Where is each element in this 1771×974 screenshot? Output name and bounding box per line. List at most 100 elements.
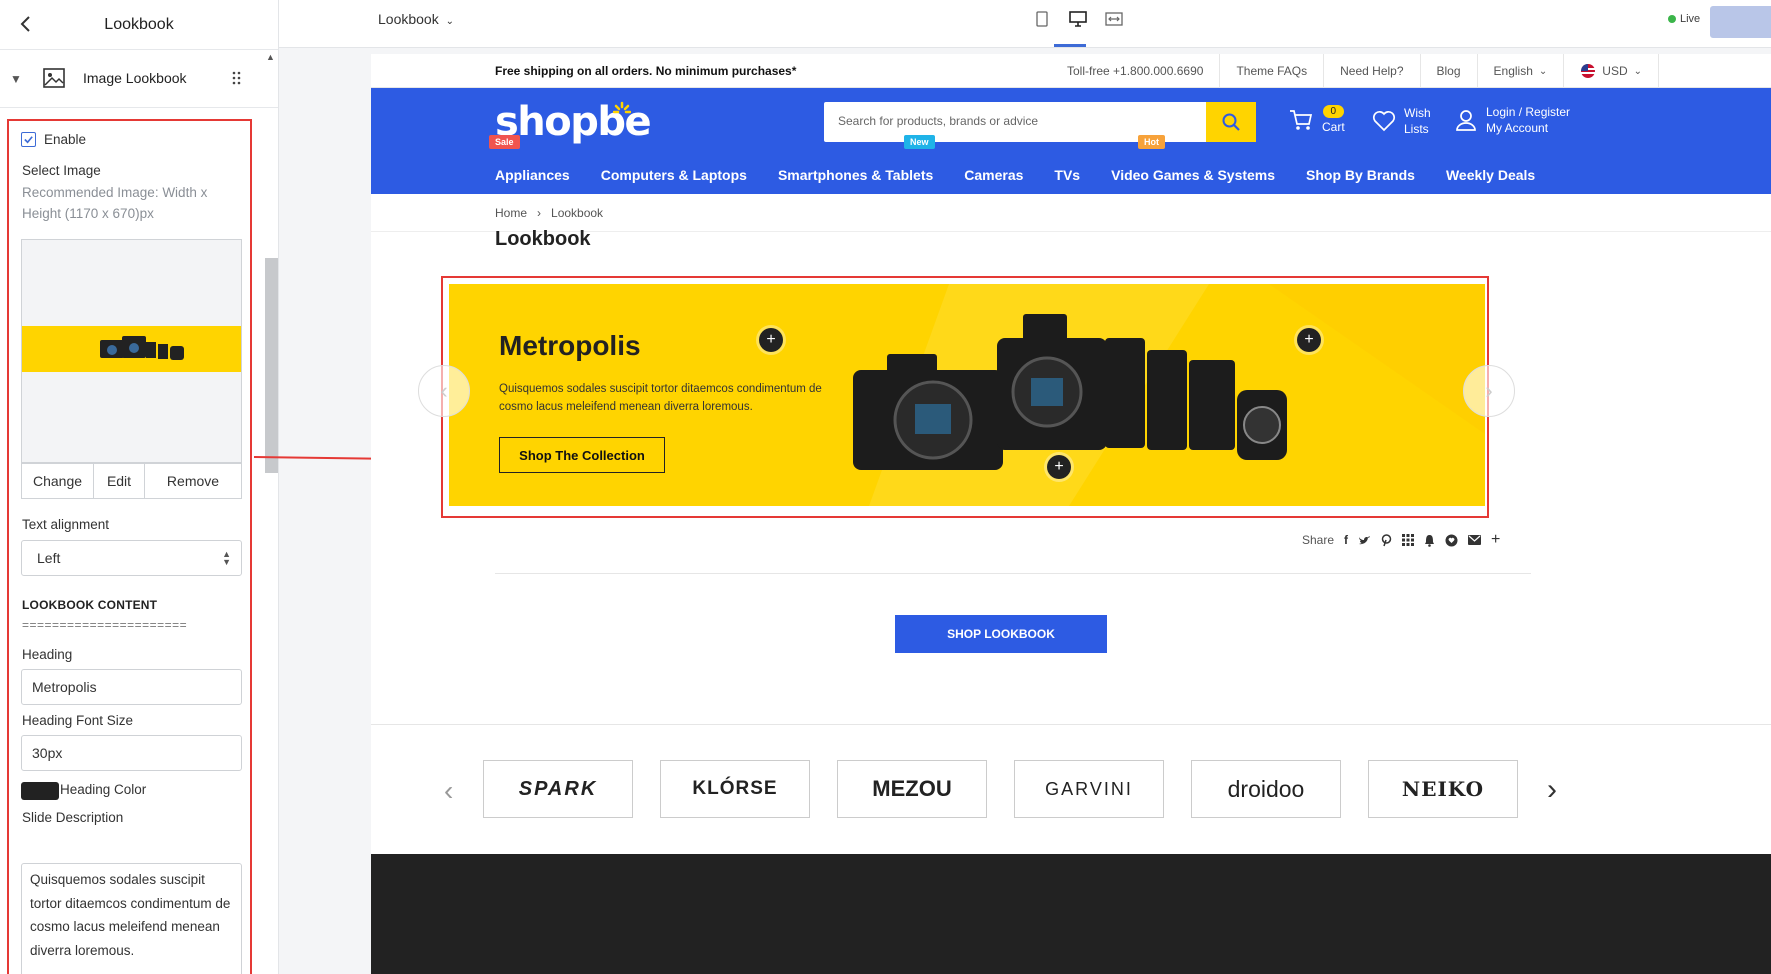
- blog-link[interactable]: Blog: [1421, 54, 1478, 88]
- image-action-buttons: Change Edit Remove: [21, 463, 242, 499]
- brand-name: droidoo: [1227, 775, 1305, 802]
- brand-logo-droidoo[interactable]: droidoo: [1191, 760, 1341, 818]
- wish-label-1: Wish: [1404, 106, 1431, 120]
- collapse-caret-icon[interactable]: ▼: [10, 72, 22, 86]
- facebook-icon[interactable]: f: [1344, 533, 1348, 547]
- carousel-next-arrow-icon[interactable]: ›: [1463, 365, 1515, 417]
- text-alignment-value: Left: [37, 550, 61, 566]
- slide-description-textarea[interactable]: Quisquemos sodales suscipit tortor ditae…: [21, 863, 242, 974]
- twitter-icon[interactable]: [1358, 535, 1371, 546]
- page-title: Lookbook: [495, 228, 591, 250]
- brand-name: MEZOU: [872, 776, 952, 801]
- brands-next-arrow-icon[interactable]: ›: [1547, 773, 1557, 807]
- brand-logo-mezou[interactable]: MEZOU: [837, 760, 987, 818]
- live-status: Live: [1668, 13, 1700, 25]
- cart-label: Cart: [1322, 120, 1345, 134]
- wishlist-link[interactable]: Wish Lists: [1372, 105, 1431, 137]
- cart-link[interactable]: 0 Cart: [1288, 105, 1345, 134]
- heading-font-size-label: Heading Font Size: [22, 713, 134, 728]
- announcement-bar: Free shipping on all orders. No minimum …: [371, 54, 1771, 88]
- save-button[interactable]: [1710, 6, 1771, 38]
- bell-share-icon[interactable]: [1424, 534, 1435, 547]
- brands-carousel: ‹ SPARK KLÓRSE MEZOU GARVINI droidoo NEI…: [371, 724, 1771, 854]
- brand-logo-neiko[interactable]: NEIKO: [1368, 760, 1518, 818]
- chevron-down-icon: ⌄: [1633, 65, 1643, 77]
- heading-font-size-input[interactable]: 30px: [21, 735, 242, 771]
- sidebar-scrollbar[interactable]: [265, 258, 278, 473]
- theme-editor: Lookbook ▼ Image Lookbook ▲ Enable Selec…: [0, 0, 1771, 974]
- fullscreen-view-icon[interactable]: [1103, 8, 1125, 30]
- brand-logo-spark[interactable]: SPARK: [483, 760, 633, 818]
- breadcrumb: Home › Lookbook: [371, 194, 1771, 232]
- nav-items: Appliances Computers & Laptops Smartphon…: [495, 156, 1535, 194]
- hotspot-plus-icon[interactable]: +: [1297, 328, 1321, 352]
- heading-label: Heading: [22, 647, 73, 662]
- grid-share-icon[interactable]: [1402, 534, 1415, 546]
- chevron-down-icon: ⌄: [445, 16, 454, 27]
- share-label: Share: [1302, 533, 1335, 547]
- currency-value: USD: [1602, 64, 1628, 78]
- change-image-button[interactable]: Change: [22, 464, 94, 498]
- text-alignment-select[interactable]: Left ▲ ▼: [21, 540, 242, 576]
- cart-icon: [1290, 109, 1313, 130]
- desktop-view-icon[interactable]: [1067, 8, 1089, 30]
- nav-item-weekly-deals[interactable]: Weekly Deals: [1446, 167, 1535, 183]
- currency-select[interactable]: USD ⌄: [1564, 54, 1660, 88]
- drag-handle-icon[interactable]: [232, 70, 242, 86]
- more-share-icon[interactable]: +: [1491, 531, 1500, 549]
- enable-checkbox[interactable]: [21, 132, 36, 147]
- brand-logo-klorse[interactable]: KLÓRSE: [660, 760, 810, 818]
- carousel-prev-arrow-icon[interactable]: ‹: [418, 365, 470, 417]
- image-icon: [43, 68, 65, 88]
- edit-image-button[interactable]: Edit: [94, 464, 145, 498]
- mobile-view-icon[interactable]: [1031, 8, 1053, 30]
- pinterest-icon[interactable]: [1381, 533, 1392, 547]
- need-help-link[interactable]: Need Help?: [1324, 54, 1421, 88]
- us-flag-icon: [1581, 64, 1596, 78]
- nav-item-cameras[interactable]: Cameras: [964, 167, 1023, 183]
- search-button[interactable]: [1206, 102, 1256, 142]
- page-selector-value: Lookbook: [378, 11, 439, 27]
- heading-color-swatch[interactable]: [21, 782, 59, 800]
- editor-topbar: Lookbook ⌄ Live: [279, 0, 1771, 48]
- nav-item-smartphones[interactable]: Smartphones & Tablets: [778, 167, 933, 183]
- hotspot-plus-icon[interactable]: +: [759, 328, 783, 352]
- search-input[interactable]: Search for products, brands or advice: [838, 114, 1038, 128]
- free-shipping-text: Free shipping on all orders. No minimum …: [495, 64, 797, 78]
- tollfree-link[interactable]: Toll-free +1.800.000.6690: [1051, 54, 1221, 88]
- breadcrumb-home[interactable]: Home: [495, 206, 527, 220]
- brands-prev-arrow-icon[interactable]: ‹: [444, 775, 453, 807]
- nav-item-computers[interactable]: Computers & Laptops: [601, 167, 747, 183]
- nav-item-tvs[interactable]: TVs: [1054, 167, 1080, 183]
- breadcrumb-current: Lookbook: [551, 206, 604, 220]
- shop-collection-button[interactable]: Shop The Collection: [499, 437, 665, 473]
- login-register-label: Login / Register: [1486, 105, 1571, 119]
- lookbook-banner[interactable]: Metropolis Quisquemos sodales suscipit t…: [449, 284, 1485, 506]
- brand-name: NEIKO: [1401, 777, 1485, 801]
- nav-item-brands[interactable]: Shop By Brands: [1306, 167, 1415, 183]
- theme-faqs-link[interactable]: Theme FAQs: [1220, 54, 1325, 88]
- block-row-image-lookbook[interactable]: ▼ Image Lookbook: [0, 50, 278, 108]
- live-dot-icon: [1668, 15, 1676, 23]
- back-arrow-icon[interactable]: [14, 12, 38, 36]
- page-selector[interactable]: Lookbook ⌄: [378, 11, 454, 27]
- shop-lookbook-button[interactable]: SHOP LOOKBOOK: [895, 615, 1107, 653]
- select-image-label: Select Image: [22, 163, 101, 178]
- email-icon[interactable]: [1468, 535, 1482, 545]
- nav-item-video-games[interactable]: Video Games & Systems: [1111, 167, 1275, 183]
- live-label: Live: [1680, 13, 1701, 25]
- brand-logo-garvini[interactable]: GARVINI: [1014, 760, 1164, 818]
- brand-name: KLÓRSE: [692, 778, 778, 799]
- language-select[interactable]: English ⌄: [1478, 54, 1565, 88]
- nav-item-appliances[interactable]: Appliances: [495, 167, 570, 183]
- brand-name: GARVINI: [1045, 778, 1133, 799]
- heart-share-icon[interactable]: [1445, 534, 1458, 547]
- sidebar-header: Lookbook: [0, 0, 278, 50]
- image-preview[interactable]: [21, 239, 242, 463]
- remove-image-button[interactable]: Remove: [145, 464, 241, 498]
- section-separator: ======================: [22, 618, 188, 632]
- hotspot-plus-icon[interactable]: +: [1047, 455, 1071, 479]
- scroll-up-arrow-icon[interactable]: ▲: [266, 52, 275, 62]
- account-link[interactable]: Login / Register My Account: [1454, 104, 1570, 136]
- heading-input[interactable]: Metropolis: [21, 669, 242, 705]
